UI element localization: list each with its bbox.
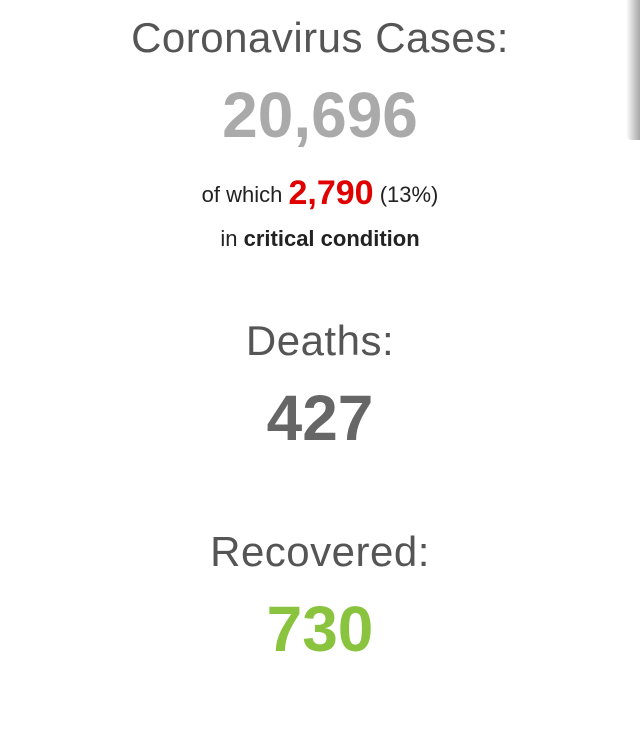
critical-prefix: of which (201, 182, 283, 207)
deaths-label: Deaths: (245, 317, 395, 364)
critical-condition-line: in critical condition (0, 226, 640, 252)
cases-count: 20,696 (222, 79, 418, 151)
critical-percent: (13%) (379, 182, 439, 207)
stats-page: Coronavirus Cases: 20,696 of which 2,790… (0, 0, 640, 743)
recovered-label: Recovered: (210, 528, 430, 575)
condition-text: critical condition (243, 226, 420, 251)
deaths-count: 427 (266, 382, 374, 454)
cases-label: Coronavirus Cases: (131, 14, 509, 61)
condition-prefix: in (220, 226, 238, 251)
critical-summary: of which 2,790 (13%) (0, 174, 640, 213)
critical-count: 2,790 (288, 174, 374, 212)
recovered-count: 730 (266, 593, 374, 665)
